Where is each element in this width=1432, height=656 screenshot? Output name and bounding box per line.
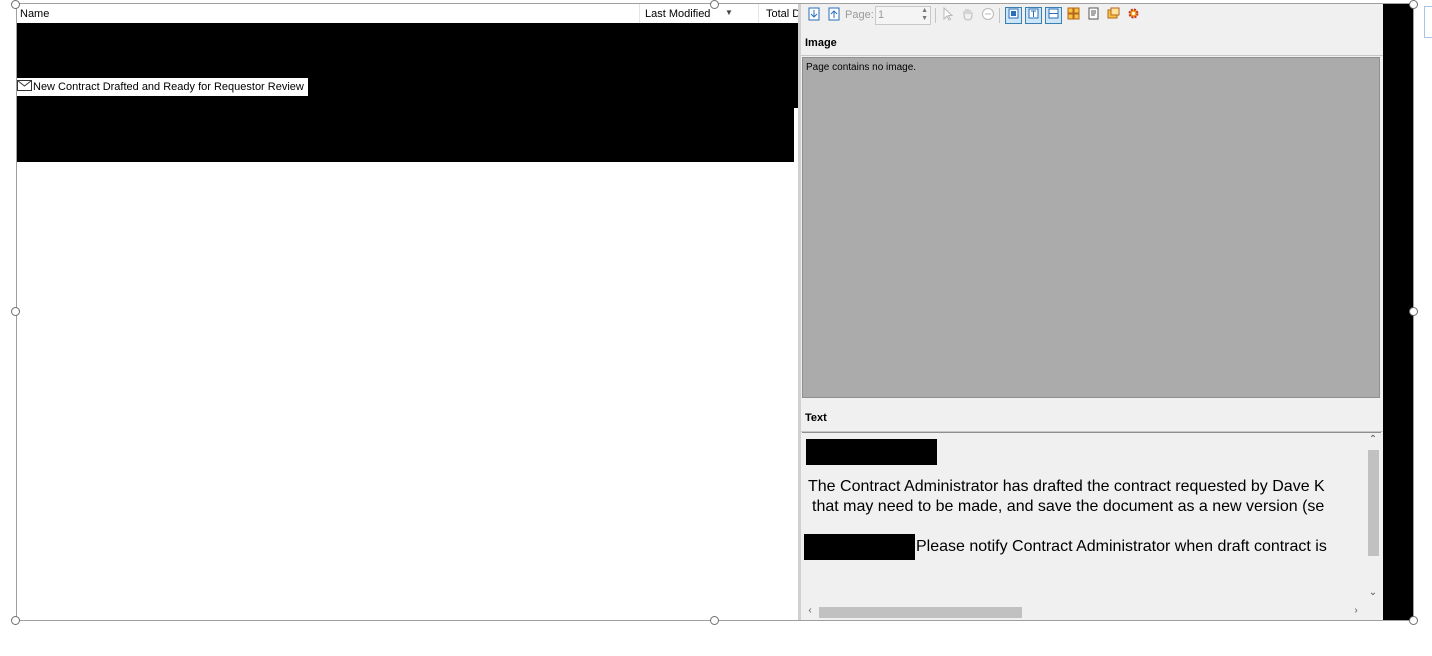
scroll-right-icon[interactable]: ›	[1348, 605, 1364, 616]
split-view-icon	[1048, 8, 1059, 19]
select-tool-button[interactable]	[939, 6, 956, 24]
redacted-block	[17, 96, 794, 162]
page-number-value: 1	[878, 9, 885, 21]
image-preview-area: Page contains no image.	[802, 57, 1380, 398]
next-page-button[interactable]	[805, 7, 822, 24]
text-line: that may need to be made, and save the d…	[812, 498, 1325, 515]
text-view-icon	[1028, 8, 1039, 19]
list-item-name: New Contract Drafted and Ready for Reque…	[33, 81, 304, 93]
pan-tool-button[interactable]	[959, 7, 976, 24]
thumbnails-button[interactable]	[1065, 7, 1082, 24]
page-down-icon	[808, 7, 819, 21]
resize-handle-bottom[interactable]	[710, 616, 719, 625]
toolbar-separator	[935, 8, 936, 23]
pointer-icon	[943, 6, 953, 21]
horizontal-scrollbar[interactable]: ‹ ›	[802, 604, 1364, 620]
resize-handle-bottom-right[interactable]	[1409, 616, 1418, 625]
vertical-scroll-thumb[interactable]	[1368, 450, 1379, 556]
text-line: The Contract Administrator has drafted t…	[808, 478, 1325, 495]
column-header-last-modified[interactable]: Last Modified	[640, 4, 758, 23]
redacted-block	[806, 439, 937, 465]
list-header: Name Last Modified ▼ Total D	[17, 4, 798, 24]
scroll-up-icon[interactable]: ⌃	[1365, 434, 1381, 445]
scroll-down-icon[interactable]: ⌄	[1365, 587, 1381, 598]
show-text-button[interactable]	[1025, 7, 1042, 24]
text-line: Please notify Contract Administrator whe…	[916, 538, 1327, 555]
page-label: Page:	[845, 9, 874, 21]
settings-button[interactable]	[1125, 7, 1142, 24]
image-view-icon	[1008, 8, 1019, 19]
list-item[interactable]: New Contract Drafted and Ready for Reque…	[17, 78, 308, 96]
zoom-icon	[981, 8, 994, 20]
resize-handle-bottom-left[interactable]	[11, 616, 20, 625]
annotations-button[interactable]	[1105, 7, 1122, 24]
resize-handle-top[interactable]	[710, 0, 719, 9]
envelope-icon	[17, 80, 32, 91]
preview-toolbar: Page: 1 ▲ ▼	[801, 4, 1383, 28]
show-both-button[interactable]	[1045, 7, 1062, 24]
previous-page-button[interactable]	[825, 7, 842, 24]
vertical-scrollbar[interactable]: ⌃ ⌄	[1365, 433, 1381, 605]
document-icon	[1088, 7, 1099, 20]
resize-handle-top-left[interactable]	[11, 0, 20, 9]
page-up-icon	[828, 7, 839, 21]
toolbar-separator	[999, 8, 1000, 23]
show-image-button[interactable]	[1005, 7, 1022, 24]
redacted-block	[804, 534, 915, 560]
page-spinner-icon[interactable]: ▲ ▼	[921, 7, 928, 23]
horizontal-scroll-thumb[interactable]	[819, 607, 1022, 618]
text-section-title: Text	[801, 405, 1383, 432]
document-properties-button[interactable]	[1085, 7, 1102, 24]
thumbnails-icon	[1067, 7, 1080, 20]
preview-pane: Page: 1 ▲ ▼ Image Page contains no image…	[801, 4, 1383, 620]
text-content: The Contract Administrator has drafted t…	[802, 433, 1364, 605]
gear-icon	[1128, 8, 1139, 19]
scroll-left-icon[interactable]: ‹	[802, 605, 818, 616]
resize-handle-left[interactable]	[11, 307, 20, 316]
redacted-block	[17, 23, 798, 78]
image-section-title: Image	[801, 30, 1383, 56]
resize-handle-right[interactable]	[1409, 307, 1418, 316]
column-header-name[interactable]: Name	[17, 4, 639, 23]
text-preview-area: The Contract Administrator has drafted t…	[802, 432, 1381, 620]
page-number-input[interactable]: 1 ▲ ▼	[875, 6, 931, 25]
no-image-message: Page contains no image.	[806, 62, 917, 73]
resize-handle-top-right[interactable]	[1409, 0, 1418, 9]
column-header-total[interactable]: Total D	[759, 4, 798, 23]
hand-icon	[963, 9, 972, 21]
edge-marker	[1424, 6, 1432, 38]
sort-descending-icon[interactable]: ▼	[725, 8, 733, 17]
file-list-pane: Name Last Modified ▼ Total D New Contrac…	[17, 4, 798, 620]
annotation-icon	[1107, 7, 1120, 19]
zoom-tool-button[interactable]	[979, 7, 996, 24]
